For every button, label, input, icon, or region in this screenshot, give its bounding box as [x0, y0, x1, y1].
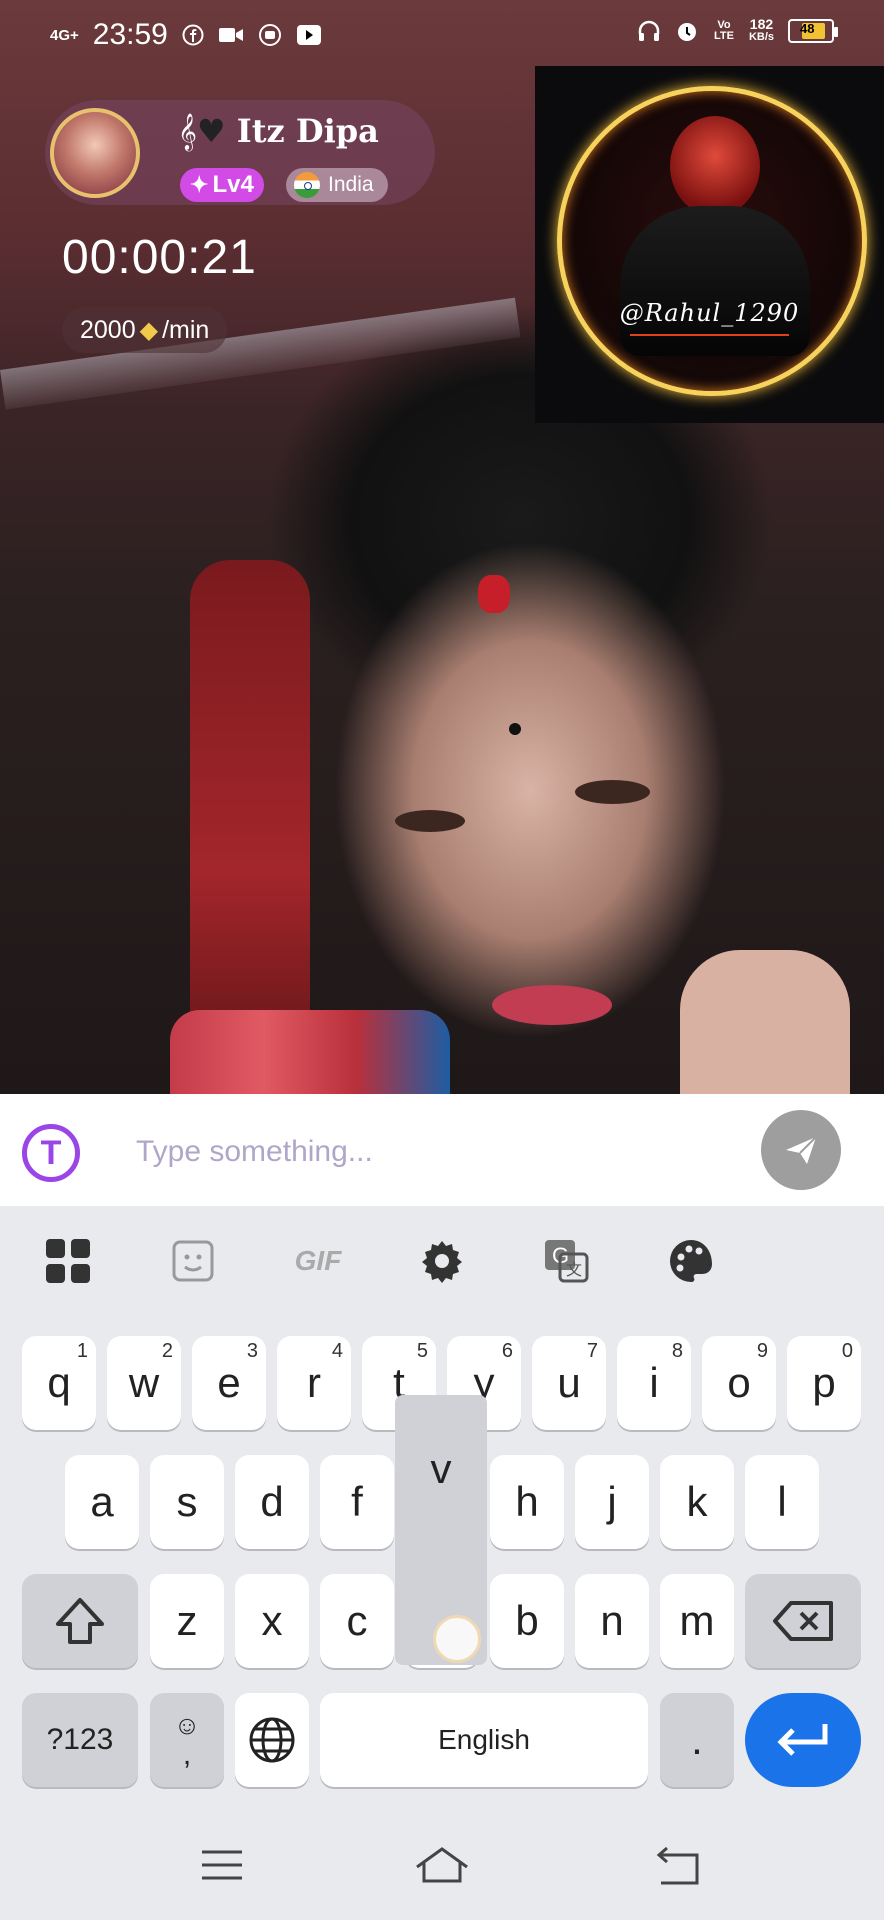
enter-key[interactable]: [745, 1693, 861, 1787]
keyboard-toolbar: GIF G文: [0, 1226, 884, 1298]
call-rate-amount: 2000: [80, 315, 136, 344]
youtube-icon: [296, 24, 322, 46]
translate-icon[interactable]: G文: [536, 1226, 596, 1296]
key-s[interactable]: s: [150, 1455, 224, 1549]
network-speed-value: 182: [749, 16, 774, 32]
headphones-icon: [637, 19, 661, 43]
globe-icon: [249, 1717, 295, 1763]
diamond-icon: ◆: [139, 316, 159, 344]
key-r[interactable]: r4: [277, 1336, 351, 1430]
network-speed-unit: KB/s: [748, 31, 774, 43]
host-name: 𝄞♥ Itz Dipa: [178, 112, 379, 151]
key-a[interactable]: a: [65, 1455, 139, 1549]
country-name: India: [328, 173, 374, 196]
translate-logo-button[interactable]: T: [22, 1124, 80, 1182]
self-view-underline: [630, 334, 789, 336]
key-e[interactable]: e3: [192, 1336, 266, 1430]
self-view-handle: @Rahul_1290: [619, 299, 800, 327]
backspace-icon: [773, 1601, 833, 1641]
key-c[interactable]: c: [320, 1574, 394, 1668]
key-z[interactable]: z: [150, 1574, 224, 1668]
network-indicator: 4G+: [50, 26, 79, 44]
sticker-icon[interactable]: [163, 1226, 223, 1296]
home-icon[interactable]: [412, 1840, 472, 1890]
gif-button[interactable]: GIF: [288, 1226, 348, 1296]
call-rate-unit: /min: [162, 315, 210, 344]
volte-indicator: Vo LTE: [713, 19, 734, 42]
smiley-icon: ☺: [173, 1710, 201, 1740]
back-icon[interactable]: [646, 1840, 706, 1890]
space-bar[interactable]: English: [320, 1693, 648, 1787]
menu-icon[interactable]: [192, 1840, 252, 1890]
status-bar: 4G+ 23:59 Vo LTE 182 KB/s 48: [0, 0, 884, 70]
country-badge: India: [286, 168, 388, 202]
video-saree: [170, 1010, 450, 1094]
touch-indicator: [433, 1615, 481, 1663]
video-eye-left: [395, 810, 465, 832]
gif-label: GIF: [294, 1245, 342, 1276]
shift-key[interactable]: [22, 1574, 138, 1668]
media-icon: [258, 23, 282, 47]
host-avatar[interactable]: [50, 108, 140, 198]
clock: 23:59: [92, 18, 168, 51]
level-badge-text: Lv4: [212, 171, 254, 198]
sparkle-icon: ✦: [190, 172, 209, 197]
key-o[interactable]: o9: [702, 1336, 776, 1430]
send-icon: [786, 1136, 817, 1164]
enter-arrow-icon: [777, 1724, 828, 1756]
key-d[interactable]: d: [235, 1455, 309, 1549]
call-rate: 2000 ◆ /min: [62, 307, 228, 353]
shift-icon: [56, 1598, 104, 1644]
india-flag-icon: [294, 172, 320, 198]
period-key[interactable]: .: [660, 1693, 734, 1787]
key-k[interactable]: k: [660, 1455, 734, 1549]
video-sindoor: [478, 575, 510, 613]
self-video-preview[interactable]: @Rahul_1290: [535, 66, 884, 423]
symbols-key[interactable]: ?123: [22, 1693, 138, 1787]
key-w[interactable]: w2: [107, 1336, 181, 1430]
navigation-bar: [0, 1810, 884, 1920]
video-lips: [492, 985, 612, 1025]
battery-icon: 48: [788, 19, 838, 43]
video-hand: [680, 950, 850, 1094]
theme-palette-icon[interactable]: [661, 1226, 721, 1296]
key-b[interactable]: b: [490, 1574, 564, 1668]
send-button[interactable]: [761, 1110, 841, 1190]
level-badge: ✦ Lv4: [180, 168, 264, 202]
backspace-key[interactable]: [745, 1574, 861, 1668]
video-bindi: [509, 723, 521, 735]
key-l[interactable]: l: [745, 1455, 819, 1549]
facebook-icon: [182, 24, 204, 46]
video-camera-icon: [218, 25, 244, 45]
message-input[interactable]: [136, 1124, 736, 1180]
call-timer: 00:00:21: [62, 231, 257, 284]
alarm-icon: [675, 19, 699, 43]
key-h[interactable]: h: [490, 1455, 564, 1549]
settings-gear-icon[interactable]: [412, 1226, 472, 1296]
self-view-figure-head: [670, 116, 760, 216]
key-j[interactable]: j: [575, 1455, 649, 1549]
music-note-icon: 𝄞: [178, 112, 197, 150]
emoji-comma-key[interactable]: ☺ ,: [150, 1693, 224, 1787]
video-eye-right: [575, 780, 650, 804]
battery-level: 48: [800, 21, 815, 36]
key-p[interactable]: p0: [787, 1336, 861, 1430]
key-n[interactable]: n: [575, 1574, 649, 1668]
host-name-text: Itz Dipa: [236, 112, 379, 150]
key-u[interactable]: u7: [532, 1336, 606, 1430]
network-speed: 182 KB/s: [748, 16, 774, 44]
video-red-cloth: [190, 560, 310, 1080]
key-i[interactable]: i8: [617, 1336, 691, 1430]
heart-icon: ♥: [196, 112, 226, 150]
language-key[interactable]: [235, 1693, 309, 1787]
svg-text:文: 文: [566, 1261, 582, 1279]
key-q[interactable]: q1: [22, 1336, 96, 1430]
key-m[interactable]: m: [660, 1574, 734, 1668]
apps-grid-icon[interactable]: [38, 1226, 98, 1296]
key-f[interactable]: f: [320, 1455, 394, 1549]
key-x[interactable]: x: [235, 1574, 309, 1668]
